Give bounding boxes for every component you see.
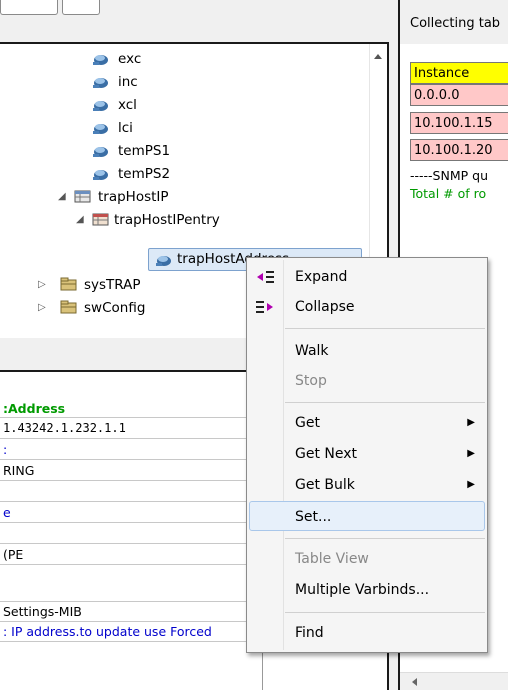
tree-node-inc[interactable]: inc <box>92 71 212 93</box>
details-row: (PE <box>0 544 262 565</box>
details-row <box>0 565 262 602</box>
table-header-instance: Instance <box>410 62 508 84</box>
collapsed-arrow-icon[interactable]: ▷ <box>38 297 46 319</box>
folder-icon <box>60 300 77 314</box>
menu-separator <box>285 402 485 403</box>
collapse-icon <box>256 301 273 313</box>
menu-item-label: Table View <box>295 551 369 567</box>
details-row: e <box>0 502 262 523</box>
menu-item-table-view: Table View <box>249 544 485 574</box>
details-row: : <box>0 439 262 460</box>
details-row: :Address <box>0 400 262 418</box>
table-entry-icon <box>92 213 109 226</box>
tree-node-traphostip[interactable]: ◢ trapHostIP <box>58 186 258 208</box>
top-toolbar-strip <box>0 0 392 42</box>
tree-node-label: lci <box>118 120 133 136</box>
submenu-arrow-icon: ▶ <box>467 448 475 459</box>
tree-node-exc[interactable]: exc <box>92 48 212 70</box>
menu-item-expand[interactable]: Expand <box>249 262 485 292</box>
tree-node-systrap[interactable]: ▷ sysTRAP <box>38 274 238 296</box>
tree-node-label: temPS2 <box>118 166 171 182</box>
submenu-arrow-icon: ▶ <box>467 479 475 490</box>
menu-item-stop: Stop <box>249 366 485 396</box>
details-row: RING <box>0 460 262 481</box>
tree-node-label: sysTRAP <box>84 277 141 293</box>
expanded-arrow-icon[interactable]: ◢ <box>76 209 84 231</box>
menu-item-label: Set... <box>295 509 332 525</box>
collecting-status: Collecting tab <box>410 16 501 31</box>
leaf-node-icon <box>93 147 108 157</box>
tree-node-label: temPS1 <box>118 143 171 159</box>
tree-node-xcl[interactable]: xcl <box>92 94 212 116</box>
table-cell[interactable]: 0.0.0.0 <box>410 84 508 106</box>
column-node-icon <box>156 256 171 266</box>
folder-icon <box>60 277 77 291</box>
collapsed-arrow-icon[interactable]: ▷ <box>38 274 46 296</box>
table-icon <box>74 190 91 203</box>
table-cell[interactable]: 10.100.1.20 <box>410 139 508 161</box>
menu-item-label: Get Bulk <box>295 477 355 493</box>
menu-item-label: Find <box>295 625 324 641</box>
expand-icon <box>257 271 274 283</box>
menu-separator <box>285 612 485 613</box>
details-row <box>0 481 262 502</box>
details-row: Settings-MIB <box>0 602 262 622</box>
results-header-area: Collecting tab <box>400 0 508 44</box>
total-rows-text: Total # of ro <box>410 186 487 201</box>
scroll-left-arrow-icon[interactable] <box>412 678 417 686</box>
menu-item-set[interactable]: Set... <box>249 501 485 531</box>
table-cell[interactable]: 10.100.1.15 <box>410 112 508 134</box>
tree-node-label: trapHostIP <box>98 189 169 205</box>
menu-item-walk[interactable]: Walk <box>249 336 485 366</box>
tree-node-label: exc <box>118 51 142 67</box>
tree-node-traphostipentry[interactable]: ◢ trapHostIPentry <box>76 209 276 231</box>
tree-node-lci[interactable]: lci <box>92 117 212 139</box>
menu-item-label: Expand <box>295 269 348 285</box>
leaf-node-icon <box>93 124 108 134</box>
tree-node-label: xcl <box>118 97 137 113</box>
menu-item-find[interactable]: Find <box>249 618 485 648</box>
toolbar-button-left[interactable] <box>0 0 58 15</box>
details-row <box>0 523 262 544</box>
leaf-node-icon <box>93 101 108 111</box>
tree-node-temps1[interactable]: temPS1 <box>92 140 212 162</box>
results-horizontal-scrollbar[interactable] <box>400 672 508 690</box>
menu-item-label: Walk <box>295 343 329 359</box>
menu-separator <box>285 328 485 329</box>
details-row: : IP address.to update use Forced <box>0 622 262 642</box>
tree-node-label: trapHostIPentry <box>114 212 220 228</box>
menu-item-collapse[interactable]: Collapse <box>249 292 485 322</box>
snmp-query-text: -----SNMP qu <box>410 168 488 183</box>
context-menu: Expand Collapse Walk Stop Get ▶ Get Next… <box>246 257 488 653</box>
menu-item-label: Get <box>295 415 320 431</box>
leaf-node-icon <box>93 55 108 65</box>
tree-node-label: swConfig <box>84 300 146 316</box>
scroll-up-arrow-icon[interactable] <box>374 54 382 59</box>
menu-item-multiple-varbinds[interactable]: Multiple Varbinds... <box>249 575 485 605</box>
tree-node-label: inc <box>118 74 138 90</box>
menu-item-get-bulk[interactable]: Get Bulk ▶ <box>249 470 485 500</box>
tree-node-swconfig[interactable]: ▷ swConfig <box>38 297 238 319</box>
menu-item-label: Get Next <box>295 446 358 462</box>
toolbar-button-right[interactable] <box>62 0 100 15</box>
leaf-node-icon <box>93 78 108 88</box>
submenu-arrow-icon: ▶ <box>467 417 475 428</box>
expanded-arrow-icon[interactable]: ◢ <box>58 186 66 208</box>
menu-item-label: Multiple Varbinds... <box>295 582 430 598</box>
leaf-node-icon <box>93 170 108 180</box>
details-row: 1.43242.1.232.1.1 <box>0 418 262 439</box>
menu-separator <box>285 538 485 539</box>
menu-item-label: Collapse <box>295 299 355 315</box>
menu-item-label: Stop <box>295 373 327 389</box>
menu-item-get-next[interactable]: Get Next ▶ <box>249 439 485 469</box>
menu-item-get[interactable]: Get ▶ <box>249 408 485 438</box>
tree-node-temps2[interactable]: temPS2 <box>92 163 212 185</box>
